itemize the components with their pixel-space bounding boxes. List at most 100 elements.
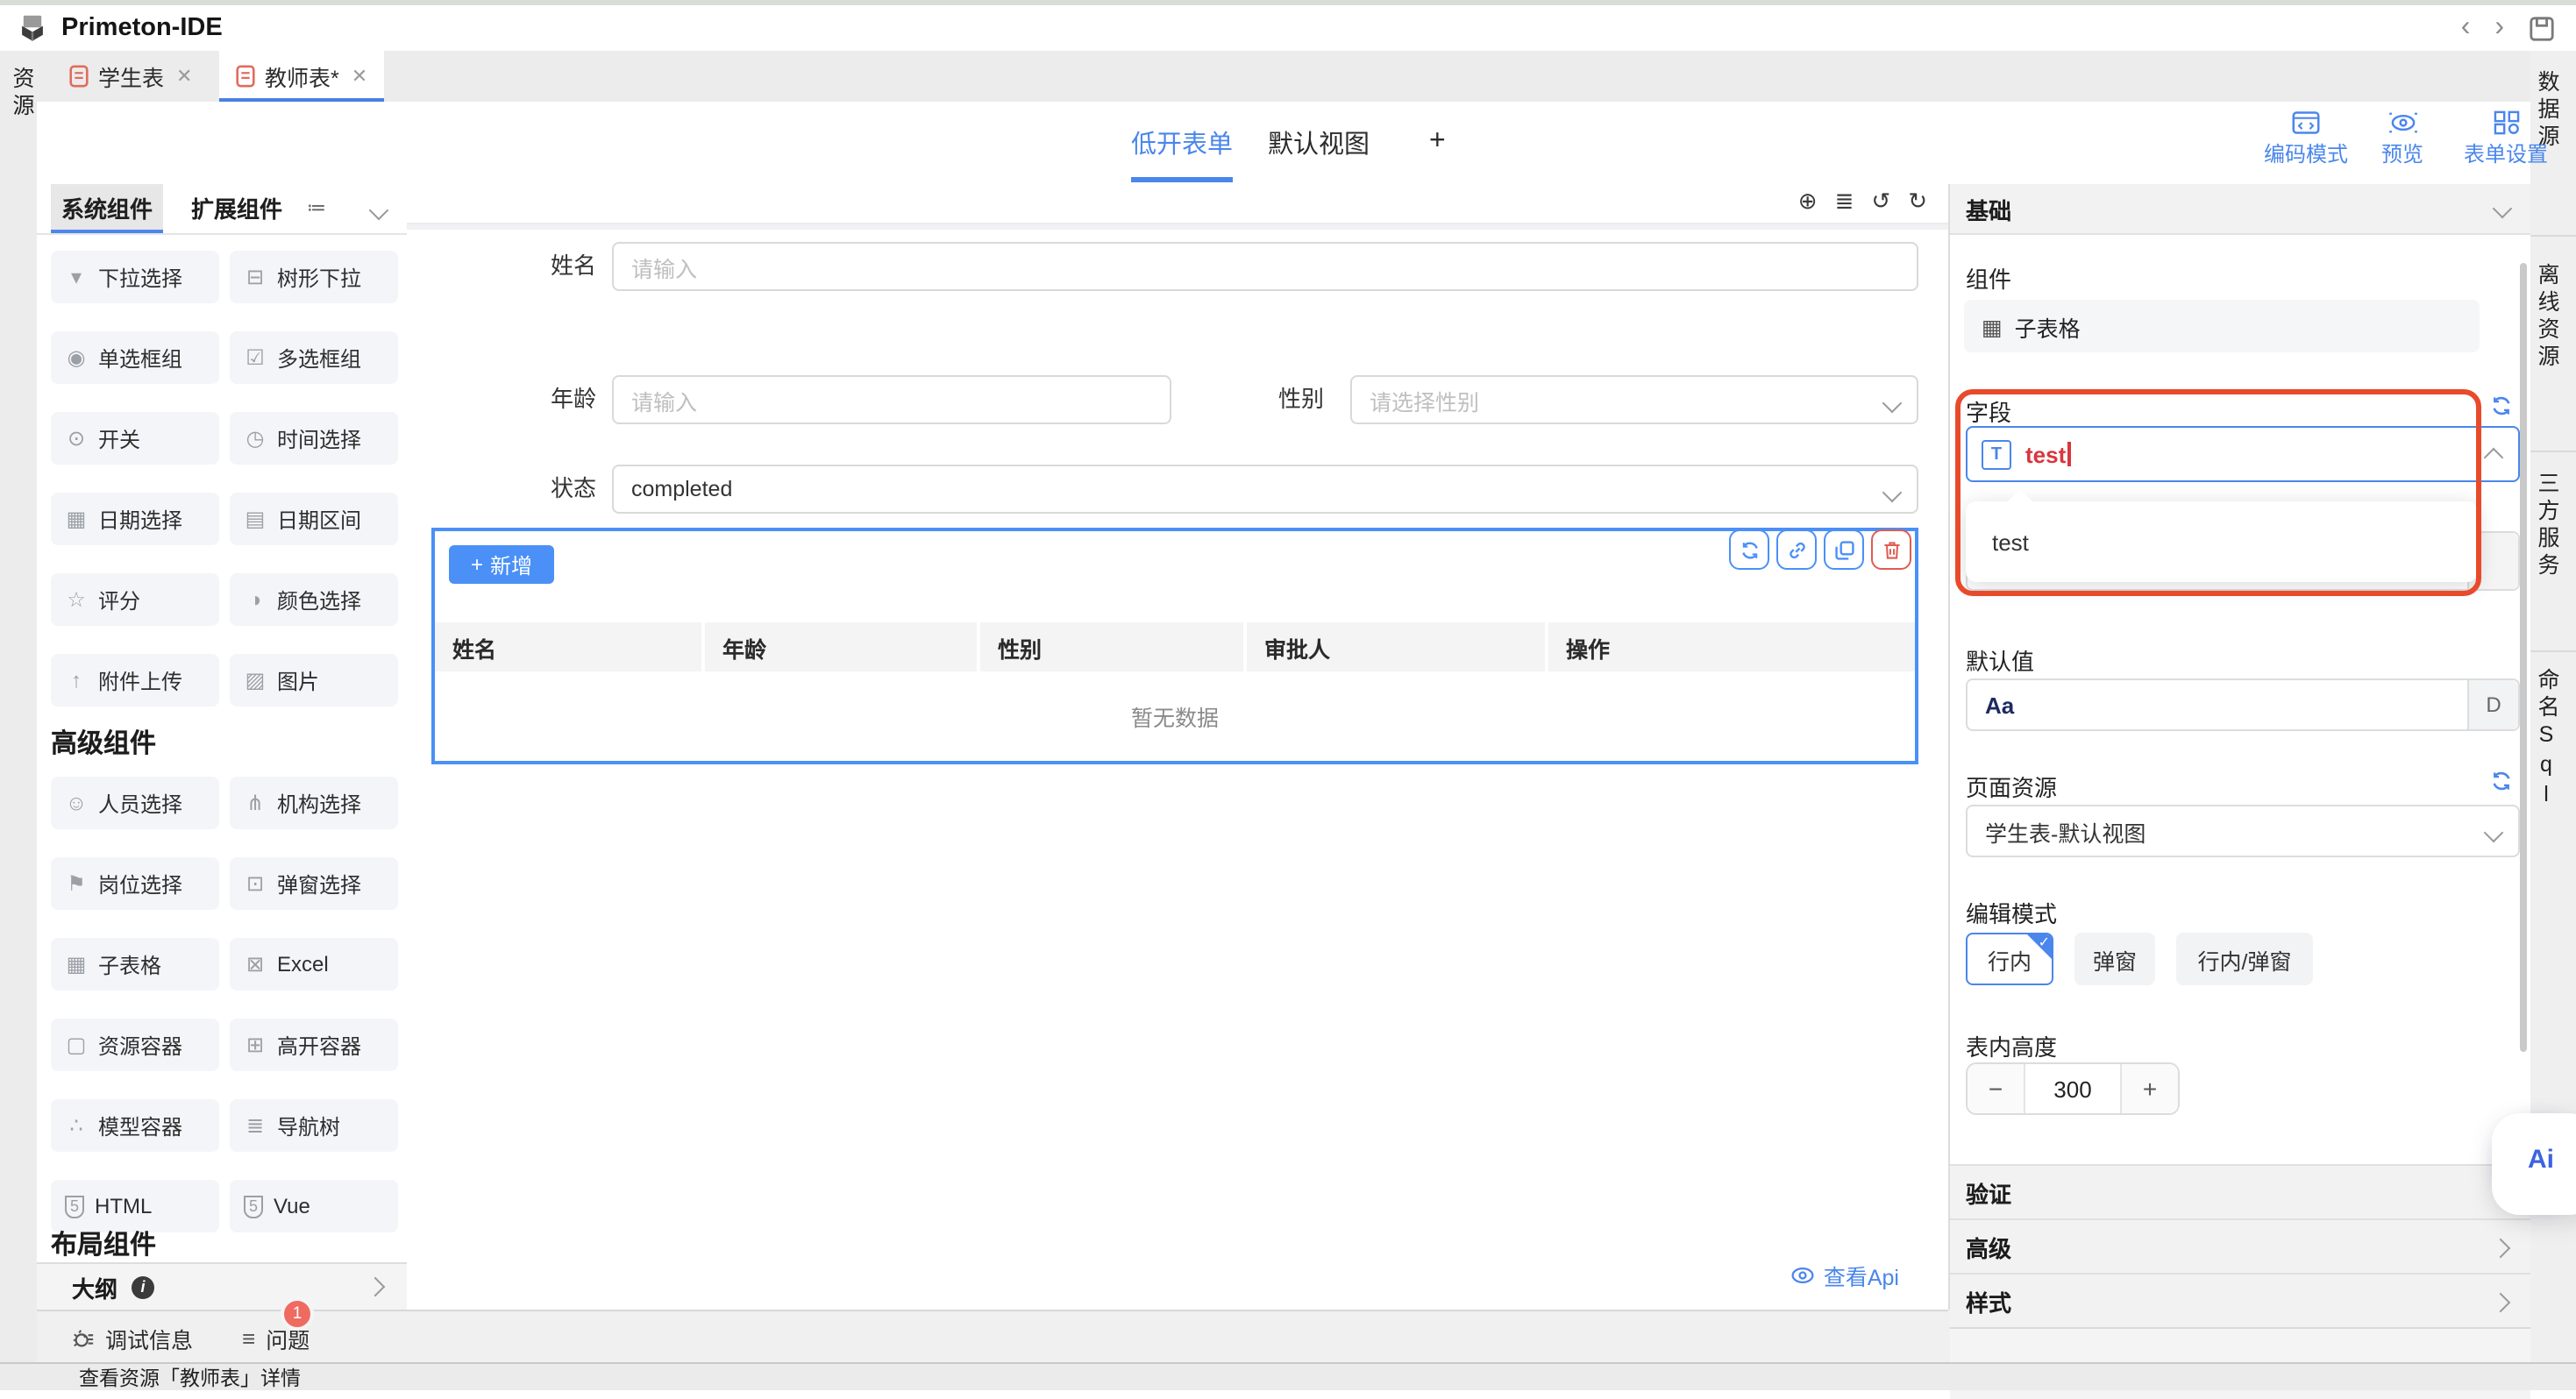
preview-label: 预览 — [2381, 138, 2423, 168]
palette-item-post-select[interactable]: ⚑岗位选择 — [51, 857, 219, 910]
palette-item-vue[interactable]: 5Vue — [230, 1180, 398, 1232]
user-select-icon: ☺ — [65, 791, 88, 815]
table-height-value[interactable]: 300 — [2025, 1064, 2120, 1113]
edit-mode-inline[interactable]: 行内 ✓ — [1966, 933, 2053, 985]
palette-item-sub-table[interactable]: ▦子表格 — [51, 938, 219, 991]
palette-item-popup-select[interactable]: ⊡弹窗选择 — [230, 857, 398, 910]
palette-item-dropdown-select[interactable]: ▾下拉选择 — [51, 251, 219, 303]
view-api-link[interactable]: 查看Api — [1790, 1259, 1899, 1292]
palette-item-html[interactable]: 5HTML — [51, 1180, 219, 1232]
outline-list-icon[interactable]: ≣ — [1835, 188, 1854, 216]
edit-mode-popup[interactable]: 弹窗 — [2074, 933, 2155, 985]
palette-item-label: 岗位选择 — [98, 869, 182, 898]
input-placeholder: 请输入 — [631, 383, 697, 416]
palette-item-image[interactable]: ▨图片 — [230, 654, 398, 707]
chevron-down-icon[interactable] — [369, 201, 389, 221]
tab-extension-components[interactable]: 扩展组件 — [181, 184, 293, 230]
add-row-button[interactable]: + 新增 — [449, 545, 554, 584]
nav-back-icon[interactable]: ‹ — [2461, 14, 2471, 42]
tab-default-view[interactable]: 默认视图 — [1268, 102, 1370, 182]
name-input[interactable]: 请输入 — [612, 242, 1918, 291]
date-picker-icon: ▦ — [65, 507, 88, 531]
decrement-button[interactable]: − — [1968, 1064, 2025, 1113]
sync-button[interactable] — [1729, 529, 1769, 570]
page-resource-value: 学生表-默认视图 — [1985, 814, 2145, 848]
link-button[interactable] — [1776, 529, 1817, 570]
refresh-icon[interactable] — [2490, 770, 2513, 792]
palette-item-label: 评分 — [98, 585, 140, 614]
field-select-input[interactable]: T test — [1966, 426, 2520, 482]
palette-item-color-picker[interactable]: ◑颜色选择 — [230, 573, 398, 626]
refresh-icon[interactable] — [2490, 394, 2513, 417]
org-select-icon: ⋔ — [244, 791, 267, 815]
status-select[interactable]: completed — [612, 465, 1918, 514]
palette-item-excel[interactable]: ⊠Excel — [230, 938, 398, 991]
palette-item-file-upload[interactable]: ↑附件上传 — [51, 654, 219, 707]
palette-item-tree-select[interactable]: ⊟树形下拉 — [230, 251, 398, 303]
palette-item-radio-group[interactable]: ◉单选框组 — [51, 331, 219, 384]
default-value-input[interactable]: Aa D — [1966, 678, 2520, 731]
add-view-button[interactable]: + — [1429, 102, 1446, 182]
resource-strip-label[interactable]: 资源 — [5, 67, 39, 121]
palette-item-date-range[interactable]: ▤日期区间 — [230, 493, 398, 545]
copy-button[interactable] — [1824, 529, 1864, 570]
tab-system-components[interactable]: 系统组件 — [51, 184, 163, 230]
close-icon[interactable]: ✕ — [352, 65, 367, 88]
section-style[interactable]: 样式 — [1950, 1273, 2530, 1329]
palette-item-org-select[interactable]: ⋔机构选择 — [230, 777, 398, 829]
palette-item-resource-container[interactable]: ▢资源容器 — [51, 1019, 219, 1071]
palette-menu-icon[interactable]: ≔ — [307, 196, 326, 219]
palette-item-nav-tree[interactable]: ≣导航树 — [230, 1099, 398, 1152]
form-settings-label: 表单设置 — [2464, 138, 2548, 168]
save-icon[interactable] — [2529, 15, 2555, 41]
palette-item-highcode-container[interactable]: ⊞高开容器 — [230, 1019, 398, 1071]
date-range-icon: ▤ — [244, 507, 267, 531]
palette-item-user-select[interactable]: ☺人员选择 — [51, 777, 219, 829]
increment-button[interactable]: + — [2120, 1064, 2178, 1113]
canvas-toolbar: ⊕ ≣ ↺ ↻ — [407, 184, 1948, 224]
scrollbar-thumb[interactable] — [2520, 263, 2527, 1052]
edit-mode-inline-popup[interactable]: 行内/弹窗 — [2176, 933, 2313, 985]
palette-item-date-picker[interactable]: ▦日期选择 — [51, 493, 219, 545]
ai-assistant-button[interactable]: Ai — [2497, 1115, 2576, 1203]
palette-item-time-picker[interactable]: ◷时间选择 — [230, 412, 398, 465]
nav-forward-icon[interactable]: › — [2494, 14, 2504, 42]
palette-item-label: 单选框组 — [98, 343, 182, 373]
gender-select[interactable]: 请选择性别 — [1350, 375, 1918, 424]
subtable-component-selected[interactable]: + 新增 姓名 年龄 性别 审批人 操作 暂无数据 — [431, 528, 1918, 764]
page-resource-select[interactable]: 学生表-默认视图 — [1966, 805, 2520, 857]
strip-item-third-party-service[interactable]: 三方服务 — [2530, 472, 2576, 580]
view-api-label: 查看Api — [1824, 1259, 1899, 1292]
chevron-down-icon — [2493, 199, 2513, 219]
undo-icon[interactable]: ↺ — [1871, 188, 1890, 216]
close-icon[interactable]: ✕ — [176, 65, 192, 88]
tab-lowcode-form[interactable]: 低开表单 — [1131, 102, 1233, 182]
section-validation[interactable]: 验证 — [1950, 1164, 2530, 1220]
debug-info-button[interactable]: 调试信息 — [72, 1322, 193, 1355]
globe-icon[interactable]: ⊕ — [1798, 188, 1818, 216]
palette-item-checkbox-group[interactable]: ☑多选框组 — [230, 331, 398, 384]
palette-item-switch[interactable]: ⊙开关 — [51, 412, 219, 465]
default-addon[interactable]: D — [2467, 680, 2518, 729]
palette-item-rate[interactable]: ☆评分 — [51, 573, 219, 626]
column-header: 操作 — [1548, 622, 1915, 671]
chevron-down-icon — [1882, 483, 1903, 503]
outline-panel-header[interactable]: 大纲 i — [37, 1262, 407, 1310]
doc-tab-teacher-table[interactable]: 教师表* ✕ — [219, 51, 383, 102]
eye-icon — [1790, 1266, 1815, 1285]
form-settings-button[interactable]: 表单设置 — [2444, 110, 2567, 168]
delete-button[interactable] — [1871, 529, 1911, 570]
strip-item-named-sql[interactable]: 命名Sql — [2530, 668, 2576, 812]
palette-item-model-container[interactable]: ∴模型容器 — [51, 1099, 219, 1152]
input-placeholder: 请输入 — [631, 250, 697, 283]
palette-item-label: HTML — [95, 1194, 152, 1218]
doc-tab-student-table[interactable]: 学生表 ✕ — [53, 51, 208, 102]
age-input[interactable]: 请输入 — [612, 375, 1171, 424]
redo-icon[interactable]: ↻ — [1908, 188, 1927, 216]
inspector-header-basic[interactable]: 基础 — [1950, 184, 2530, 235]
left-resource-strip: 资源 — [0, 51, 39, 1364]
section-advanced[interactable]: 高级 — [1950, 1218, 2530, 1275]
property-inspector: 基础 组件 ▦ 子表格 字段 子表格 T test test 默认值 — [1948, 184, 2530, 1310]
strip-item-offline-resource[interactable]: 离线资源 — [2530, 263, 2576, 372]
dropdown-option-test[interactable]: test — [1966, 515, 2478, 568]
